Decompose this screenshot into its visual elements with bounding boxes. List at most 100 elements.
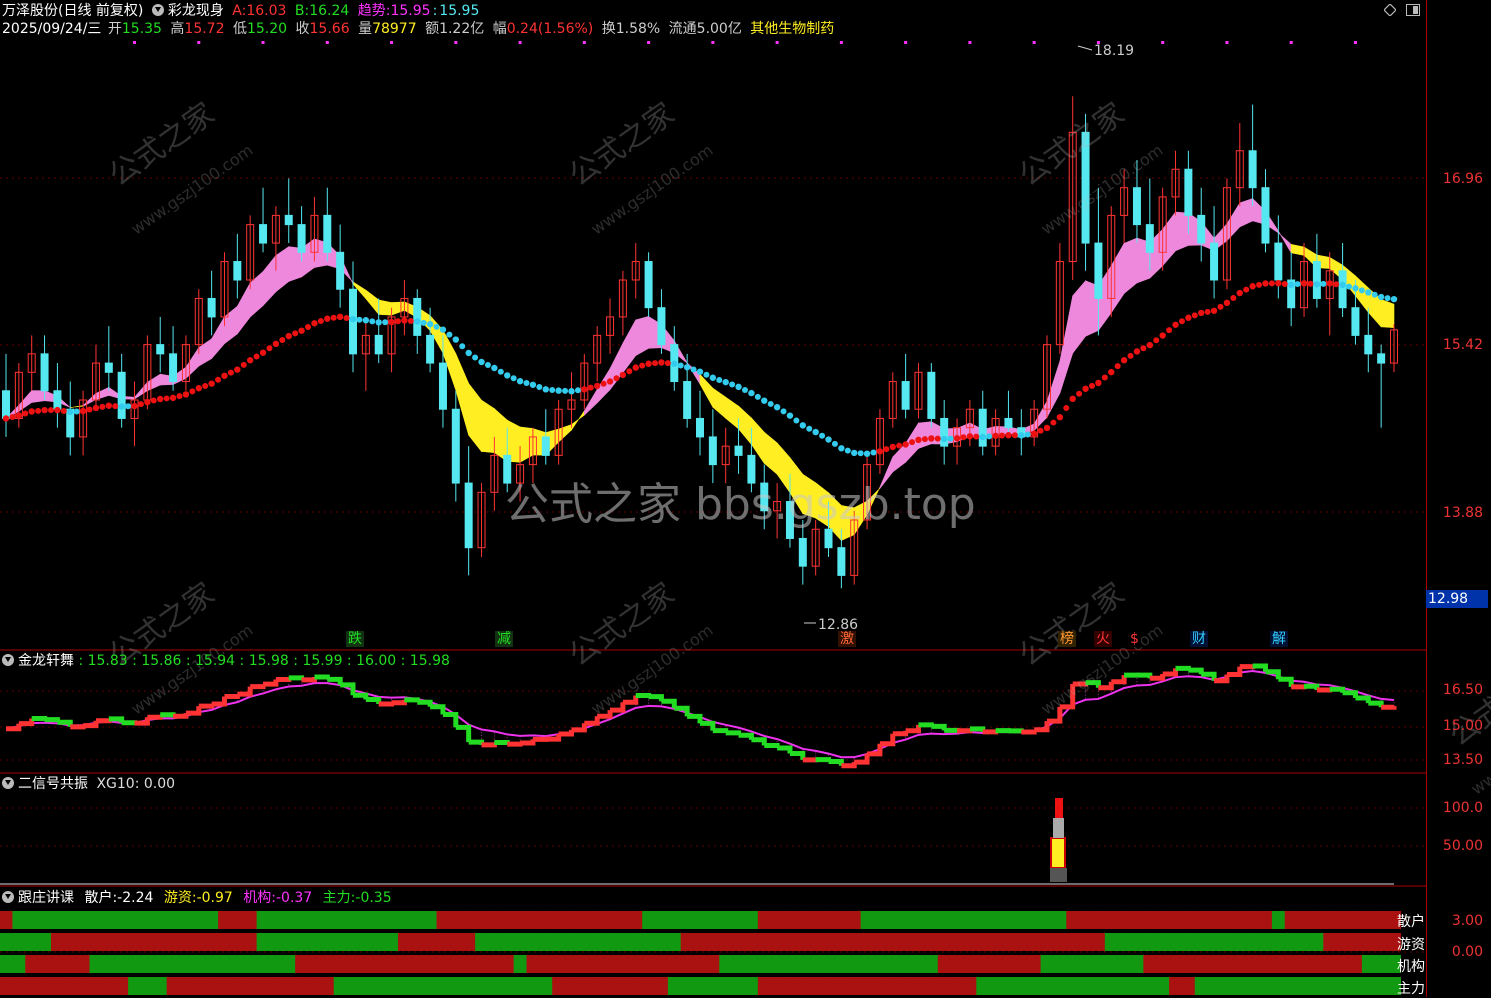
pane4-cell bbox=[128, 955, 141, 973]
pane4-cell bbox=[1015, 955, 1028, 973]
pane2-step-line bbox=[443, 715, 456, 728]
base-line-dot bbox=[112, 403, 118, 409]
float-value: 5.00亿 bbox=[697, 21, 742, 37]
base-line-dot bbox=[851, 450, 857, 456]
base-line-dot bbox=[228, 370, 234, 376]
pane2-name[interactable]: 金龙轩舞 bbox=[18, 653, 74, 669]
pane4-cell bbox=[1285, 977, 1298, 995]
indicator-dropdown-icon[interactable] bbox=[152, 4, 164, 16]
candle-body bbox=[41, 354, 48, 391]
pane4-cell bbox=[694, 977, 707, 995]
ribbon-segment bbox=[1163, 212, 1176, 266]
pane4-cell bbox=[154, 933, 167, 951]
pane4-cell bbox=[822, 911, 835, 929]
pane4-cell bbox=[1221, 933, 1234, 951]
candle-body bbox=[709, 437, 716, 465]
ribbon-segment bbox=[494, 409, 507, 462]
base-line-dot bbox=[1076, 391, 1082, 397]
pane4-cell bbox=[424, 933, 437, 951]
pane4-cell bbox=[1015, 933, 1028, 951]
window-toggle-icon[interactable] bbox=[1406, 4, 1420, 16]
pane2-step-line bbox=[739, 735, 752, 739]
pane4-cell bbox=[809, 955, 822, 973]
base-line-dot bbox=[87, 407, 93, 413]
ribbon-segment bbox=[1240, 199, 1253, 227]
pane4-cell bbox=[938, 977, 951, 995]
indicator-name[interactable]: 彩龙现身 bbox=[168, 3, 224, 19]
row-label-retail: 散户 bbox=[1397, 911, 1425, 931]
base-line-dot bbox=[1288, 282, 1294, 288]
top-signal-dot bbox=[583, 41, 586, 44]
pane4-cell bbox=[874, 911, 887, 929]
diamond-icon[interactable] bbox=[1384, 4, 1396, 16]
pane2-step-line bbox=[1008, 731, 1021, 732]
pane4-cell bbox=[218, 911, 231, 929]
base-line-dot bbox=[1121, 357, 1127, 363]
pane4-cell bbox=[372, 977, 385, 995]
pane4-cell bbox=[565, 977, 578, 995]
pane4-cell bbox=[1310, 955, 1323, 973]
base-line-dot bbox=[247, 357, 253, 363]
pane4-cell bbox=[0, 955, 13, 973]
pane4-cell bbox=[411, 977, 424, 995]
pane4-cell bbox=[411, 933, 424, 951]
pane2-dropdown-icon[interactable] bbox=[2, 654, 14, 666]
base-line-dot bbox=[1230, 295, 1236, 301]
pane4-cell bbox=[90, 933, 103, 951]
pane4-cell bbox=[90, 977, 103, 995]
candle-body bbox=[1146, 225, 1153, 253]
pane4-cell bbox=[694, 955, 707, 973]
ribbon-segment bbox=[713, 388, 726, 418]
pane4-cell bbox=[1272, 933, 1285, 951]
pane4-dropdown-icon[interactable] bbox=[2, 891, 14, 903]
candle-body bbox=[414, 298, 421, 335]
base-line-dot bbox=[54, 407, 60, 413]
pane2-step-line bbox=[379, 703, 392, 704]
pane4-cell bbox=[347, 911, 360, 929]
pane4-cell bbox=[1041, 911, 1054, 929]
candle-body bbox=[439, 363, 446, 409]
pane4-cell bbox=[1323, 977, 1336, 995]
pane4-name[interactable]: 跟庄讲课 bbox=[18, 890, 74, 906]
pane4-cell bbox=[64, 911, 77, 929]
base-line-dot bbox=[1339, 282, 1345, 288]
pane4-cell bbox=[642, 977, 655, 995]
row-label-hot: 游资 bbox=[1397, 934, 1425, 954]
pane4-cell bbox=[1053, 977, 1066, 995]
candle-body bbox=[979, 409, 986, 446]
pane4-cell bbox=[205, 977, 218, 995]
pane4-cell bbox=[1375, 911, 1388, 929]
pane2-step-line bbox=[392, 700, 405, 703]
base-line-dot bbox=[1115, 363, 1121, 369]
pane3-dropdown-icon[interactable] bbox=[2, 777, 14, 789]
stock-name[interactable]: 万泽股份(日线 前复权) bbox=[2, 3, 143, 19]
pane2-step-line bbox=[957, 729, 970, 731]
pane4-cell bbox=[963, 911, 976, 929]
pane4-cell bbox=[1272, 977, 1285, 995]
base-line-dot bbox=[1185, 315, 1191, 321]
pane4-cell bbox=[1118, 977, 1131, 995]
pane2-step-line bbox=[687, 716, 700, 723]
base-line-dot bbox=[1038, 428, 1044, 434]
pane4-cell bbox=[295, 911, 308, 929]
pane4-cell bbox=[475, 933, 488, 951]
retail-label: 散户: bbox=[84, 890, 117, 906]
pane4-cell bbox=[861, 933, 874, 951]
pane4-cell bbox=[141, 977, 154, 995]
pane4-cell bbox=[1156, 977, 1169, 995]
base-line-dot bbox=[446, 332, 452, 338]
base-line-dot bbox=[588, 385, 594, 391]
top-signal-dot bbox=[133, 41, 136, 44]
pane4-cell bbox=[1169, 911, 1182, 929]
pane2-step-line bbox=[1240, 666, 1253, 667]
base-line-dot bbox=[221, 373, 227, 379]
pane4-cell bbox=[616, 911, 629, 929]
sector[interactable]: 其他生物制药 bbox=[750, 21, 834, 37]
pane4-cell bbox=[1336, 955, 1349, 973]
candle-body bbox=[902, 382, 909, 410]
pane3-name[interactable]: 二信号共振 bbox=[18, 776, 88, 792]
pane4-cell bbox=[321, 911, 334, 929]
pane4-cell bbox=[295, 955, 308, 973]
pane4-cell bbox=[102, 933, 115, 951]
pane4-cell bbox=[1105, 911, 1118, 929]
